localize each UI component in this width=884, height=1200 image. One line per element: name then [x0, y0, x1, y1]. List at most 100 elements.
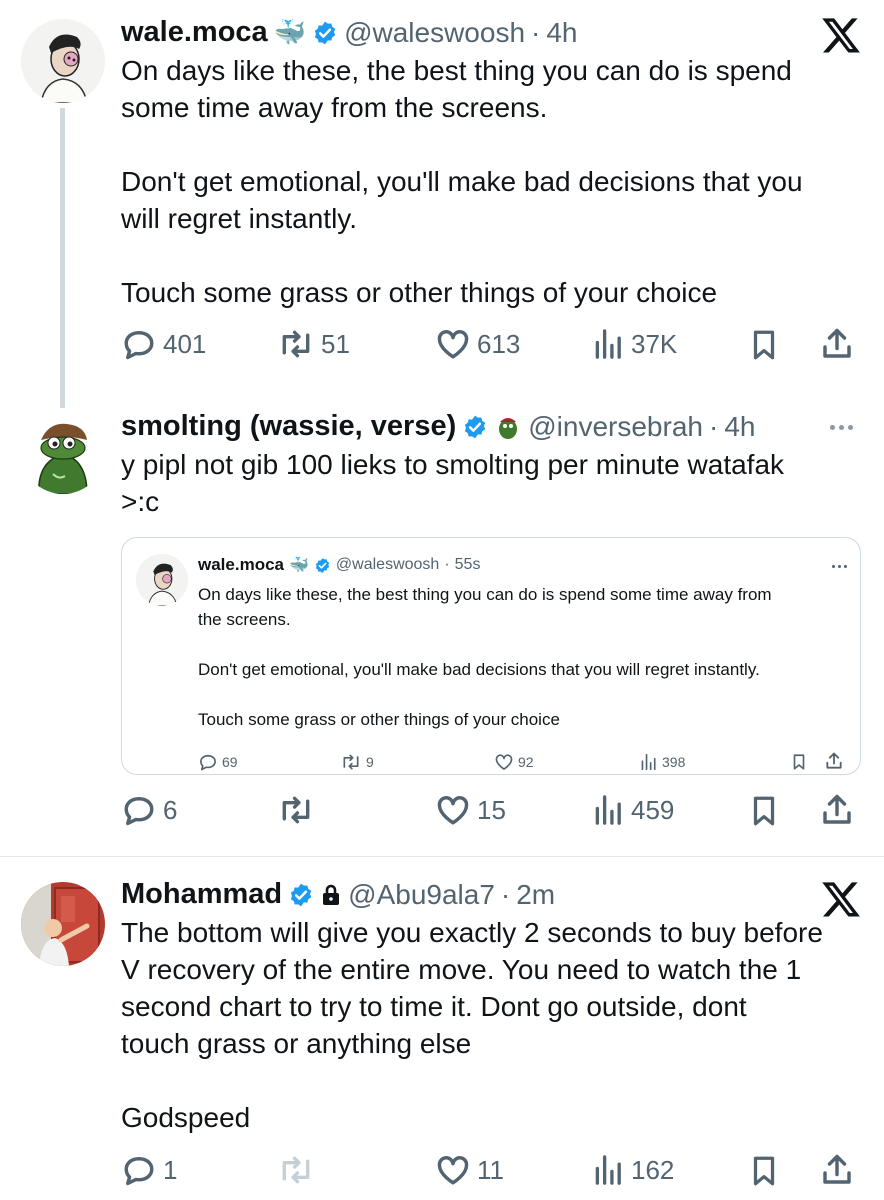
views-button[interactable]: 37K — [593, 326, 677, 362]
avatar[interactable] — [21, 882, 105, 966]
like-button[interactable]: 15 — [435, 792, 506, 828]
avatar[interactable] — [21, 410, 105, 494]
tweet-text: On days like these, the best thing you c… — [121, 55, 803, 308]
bookmark-icon — [793, 754, 805, 770]
views-button[interactable]: 162 — [593, 1152, 674, 1188]
timestamp[interactable]: 4h — [546, 17, 577, 49]
display-name[interactable]: smolting (wassie, verse) — [121, 410, 456, 443]
views-icon — [595, 795, 621, 825]
tweet-text: y pipl not gib 100 lieks to smolting per… — [121, 449, 785, 517]
quoted-reply-count: 69 — [222, 754, 238, 770]
share-icon — [823, 1154, 851, 1184]
share-button[interactable] — [819, 326, 855, 367]
quoted-timestamp[interactable]: 55s — [455, 556, 481, 574]
quoted-tweet-card[interactable]: wale.moca 🐳 @waleswoosh · 55s On days li… — [121, 537, 861, 775]
timestamp[interactable]: 2m — [516, 879, 555, 911]
view-count: 37K — [631, 328, 678, 359]
handle[interactable]: @inversebrah — [528, 411, 703, 443]
heart-icon — [437, 796, 469, 825]
bookmark-icon — [753, 1156, 775, 1186]
quoted-like-button[interactable]: 92 — [494, 752, 534, 772]
heart-icon — [437, 1156, 469, 1185]
bookmark-icon — [753, 796, 775, 826]
repost-icon — [282, 1156, 310, 1184]
separator-dot: · — [500, 878, 511, 910]
reply-button[interactable]: 6 — [121, 792, 177, 828]
whale-emoji: 🐳 — [289, 557, 309, 574]
tweet-actions: 1 11 162 — [121, 1152, 861, 1192]
quoted-share-button[interactable] — [824, 751, 844, 776]
bookmark-button[interactable] — [747, 794, 781, 833]
like-count: 15 — [477, 794, 506, 825]
quoted-more-options-icon[interactable] — [832, 565, 847, 568]
verified-badge-icon — [290, 883, 312, 906]
separator-dot: · — [444, 556, 450, 573]
timestamp[interactable]: 4h — [724, 411, 755, 443]
separator-dot: · — [531, 16, 541, 48]
display-name[interactable]: Mohammad — [121, 878, 282, 911]
quoted-text: On days like these, the best thing you c… — [198, 585, 772, 729]
separator-dot: · — [708, 410, 719, 442]
repost-icon — [343, 754, 359, 770]
quoted-handle[interactable]: @waleswoosh — [336, 556, 439, 574]
like-count: 11 — [477, 1154, 504, 1185]
reply-count: 6 — [163, 794, 178, 825]
avatar-illustration-icon — [136, 554, 188, 606]
handle[interactable]: @Abu9ala7 — [348, 879, 495, 911]
share-button[interactable] — [819, 792, 855, 833]
lock-icon — [323, 884, 340, 905]
photo-avatar-icon — [21, 882, 105, 966]
like-button[interactable]: 11 — [435, 1152, 504, 1188]
view-count: 162 — [631, 1154, 675, 1185]
repost-button[interactable]: 51 — [277, 326, 350, 362]
bookmark-button[interactable] — [747, 1154, 781, 1193]
repost-icon — [282, 796, 310, 824]
reply-icon — [200, 754, 216, 771]
views-button[interactable]: 459 — [593, 792, 674, 828]
tweet-header: smolting (wassie, verse) @inversebrah · … — [121, 410, 755, 443]
affiliate-badge-icon — [499, 417, 518, 439]
quoted-views-button[interactable]: 398 — [640, 752, 685, 772]
display-name[interactable]: wale.moca — [121, 16, 268, 49]
avatar-illustration-icon — [21, 19, 105, 103]
quoted-reply-button[interactable]: 69 — [198, 752, 238, 772]
repost-count: 51 — [321, 328, 350, 359]
views-icon — [641, 753, 656, 771]
quoted-repost-button[interactable]: 9 — [340, 752, 374, 772]
more-options-icon[interactable] — [830, 425, 853, 430]
quoted-avatar[interactable] — [136, 554, 188, 606]
verified-badge-icon — [315, 557, 330, 573]
tweet-actions: 6 15 459 — [121, 792, 861, 832]
like-button[interactable]: 613 — [435, 326, 520, 362]
handle[interactable]: @waleswoosh — [344, 17, 525, 49]
reply-icon — [124, 1157, 154, 1186]
heart-icon — [495, 754, 513, 770]
reply-button[interactable]: 401 — [121, 326, 206, 362]
view-count: 459 — [631, 794, 675, 825]
views-icon — [595, 329, 621, 359]
whale-emoji: 🐳 — [273, 17, 307, 47]
quoted-display-name[interactable]: wale.moca — [198, 555, 284, 575]
share-icon — [823, 328, 851, 358]
avatar[interactable] — [21, 19, 105, 103]
tweet-header: wale.moca 🐳 @waleswoosh · 4h — [121, 16, 578, 49]
like-count: 613 — [477, 328, 521, 359]
quoted-header: wale.moca 🐳 @waleswoosh · 55s — [198, 555, 480, 575]
quoted-view-count: 398 — [662, 754, 686, 770]
verified-badge-icon — [465, 415, 486, 438]
verified-badge-icon — [314, 21, 336, 44]
repost-icon — [282, 330, 310, 358]
tweet-actions: 401 51 613 37K — [121, 324, 861, 364]
share-icon — [823, 794, 851, 824]
reply-count: 1 — [163, 1154, 178, 1185]
bookmark-icon — [753, 330, 775, 360]
share-button[interactable] — [819, 1152, 855, 1193]
bookmark-button[interactable] — [747, 328, 781, 367]
reply-button[interactable]: 1 — [121, 1152, 177, 1188]
frog-avatar-icon — [21, 410, 105, 494]
quoted-repost-count: 9 — [366, 754, 374, 770]
repost-button[interactable] — [277, 792, 315, 828]
tweet-text: The bottom will give you exactly 2 secon… — [121, 917, 823, 1133]
views-icon — [595, 1155, 621, 1185]
quoted-bookmark-button[interactable] — [790, 752, 808, 777]
